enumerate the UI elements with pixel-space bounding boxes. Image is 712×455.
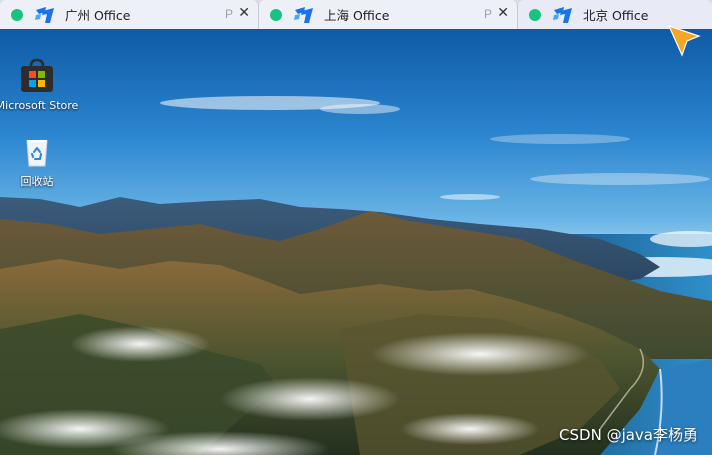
connection-status-dot: [529, 8, 541, 21]
tab-title: 上海 Office: [324, 8, 390, 23]
tab-title: 北京 Office: [583, 8, 649, 23]
tab-shanghai-office[interactable]: 上海 Office P ✕: [259, 0, 518, 29]
desktop-icon-label: Microsoft Store: [0, 99, 79, 112]
mountain-wallpaper: [0, 29, 712, 455]
microsoft-store-icon: [21, 58, 53, 92]
remote-desktop[interactable]: Microsoft Store 回收站 CSDN @java李杨勇: [0, 29, 712, 455]
desktop-icon-label: 回收站: [20, 175, 54, 188]
watermark-text: CSDN @java李杨勇: [559, 426, 698, 444]
close-tab-button[interactable]: ✕: [497, 5, 509, 21]
pin-icon[interactable]: P: [484, 7, 492, 21]
pin-icon[interactable]: P: [225, 7, 233, 21]
app-logo-icon: [553, 6, 572, 23]
close-tab-button[interactable]: ✕: [238, 5, 250, 21]
recycle-bin-icon: [26, 140, 48, 167]
connection-status-dot: [11, 8, 23, 21]
tab-title: 广州 Office: [65, 8, 131, 23]
session-tab-bar: 广州 Office P ✕ 上海 Office P ✕ 北京 Office: [0, 0, 712, 29]
app-logo-icon: [294, 6, 313, 23]
tab-guangzhou-office[interactable]: 广州 Office P ✕: [0, 0, 259, 29]
desktop-icon-recycle-bin[interactable]: 回收站: [0, 135, 82, 189]
connection-status-dot: [270, 8, 282, 21]
mouse-pointer-icon: [667, 24, 701, 57]
app-logo-icon: [35, 6, 54, 23]
desktop-icon-microsoft-store[interactable]: Microsoft Store: [0, 57, 82, 112]
